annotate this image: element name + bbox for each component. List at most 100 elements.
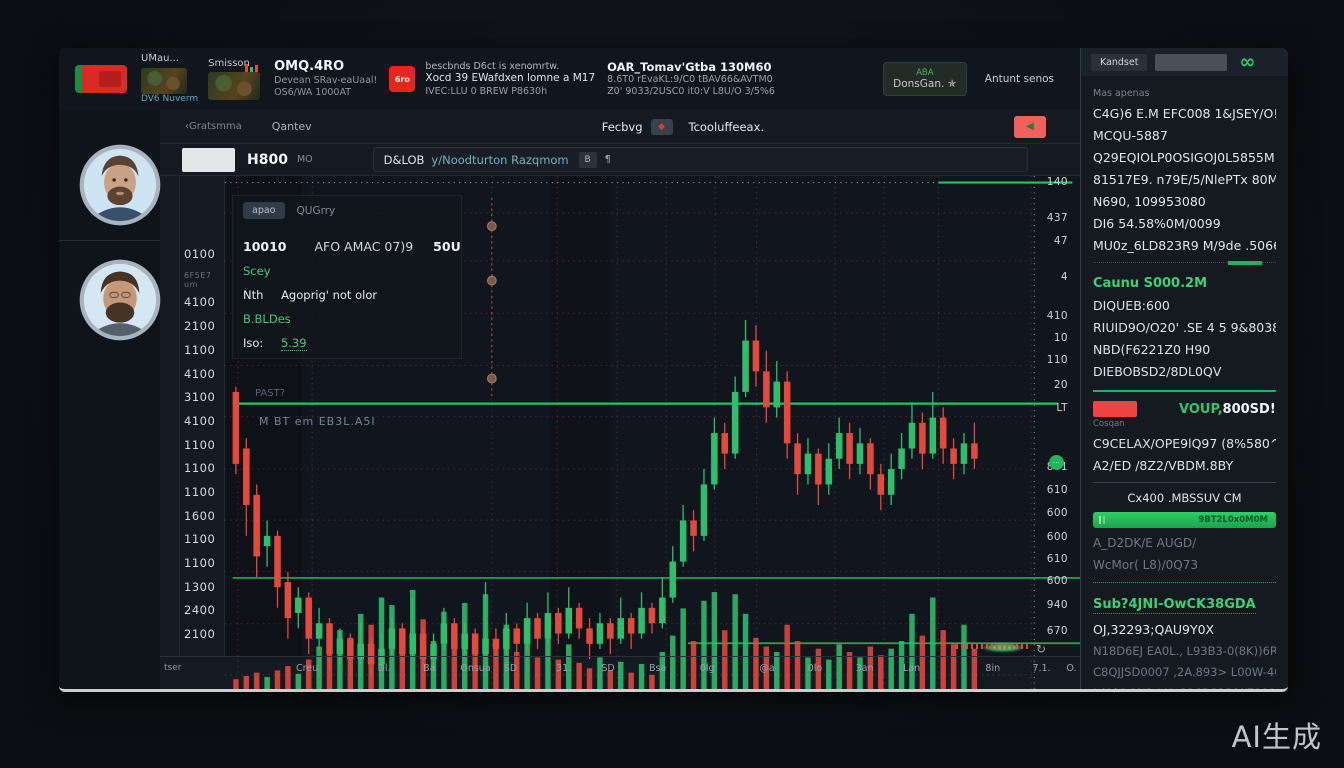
ticker-block[interactable]: OMQ.4RO Devean SRav-eaUaal! OS6/WA 1000A… [274,59,377,99]
candle-body [274,536,281,587]
top-bar: UMau... DV6 Nuverm Smisson OMQ.4RO Devea… [59,48,1080,110]
price-label-right: 600 [1047,531,1068,543]
price-label-right: 110 [1047,354,1068,366]
watchlist-item[interactable]: C4G)6 E.M EFC008 1&JSEY/O! [1093,106,1276,121]
news-block[interactable]: bescbnds D6ct is xenomrtw. Xocd 39 EWafd… [425,61,595,98]
tick-strip-marker [956,644,1028,649]
candle-body [784,382,791,444]
brand-logo[interactable] [75,65,127,93]
menu-quotes[interactable]: Qantev [272,120,312,133]
broker-badge[interactable]: 6ro [389,66,415,92]
position-red-swatch[interactable] [1093,401,1137,417]
price-label-left: 2100 [184,627,215,641]
search-box-icon[interactable]: B [579,152,597,168]
feed-icon[interactable]: ◆ [651,119,673,135]
candle-body [867,443,874,474]
legend-ohlc-mid: AFO AMAC 07)9 [315,239,414,254]
candle-body [451,623,458,649]
candle-body [524,618,531,644]
orders-gray-line: N18D6EJ EA0L., L93B3-0(8K))6RB3 [1093,644,1276,658]
candle-body [243,448,250,505]
candle-body [721,433,728,454]
price-label-left: 0100 [184,247,215,261]
avatar-analyst-2[interactable] [78,258,162,342]
candle-body [461,634,468,649]
time-label: Ba [423,663,435,674]
watchlist-item[interactable]: DI6 54.58%0M/0099 [1093,216,1276,231]
rail-divider [59,240,160,241]
account-line2: Z0' 9033/2USC0 it0:V L8U/O 3/5%6 [607,86,775,98]
main-chart-area: ‹Gratsmma Qantev Fecbvg ◆ Tcooluffeeax. … [160,110,1080,689]
tab-watchlist[interactable]: Kandset [1091,54,1147,71]
timeframe-sub: MO [297,154,313,165]
muted-line: WcMor( L8)/0Q73 [1093,558,1276,572]
candle-body [971,443,978,458]
candle-body [534,618,541,639]
candle-body [763,371,770,407]
candle-body [940,418,947,449]
chat-bubble-icon[interactable]: … [1049,455,1064,470]
separator-green-chip [1228,261,1262,265]
timeframe-label[interactable]: H800 [247,152,288,168]
price-label-right: 610 [1047,484,1068,496]
candle-body [233,392,240,464]
section-orders-title[interactable]: Sub?4JNI-OwCK38GDA [1093,597,1256,614]
avatar-2-image [78,258,162,342]
legend-pill-button[interactable]: apao [243,202,285,219]
candle-body [888,469,895,495]
position-row: VOUP,800SD! [1093,401,1276,417]
time-axis: tser CreuDl.BaOnsuaSD31.SDBsa0lg@a0lo3an… [160,656,1080,680]
symbol-swatch[interactable] [182,148,235,172]
orders-gray-left: LAL)6:9N3@X [1093,686,1172,689]
watchlist-item[interactable]: N690, 109953080 [1093,194,1276,209]
price-label-left: 3100 [184,390,215,404]
feed-label[interactable]: Fecbvg [602,120,643,134]
price-label-left: 1100 [184,343,215,357]
back-button[interactable]: ◀ [1014,116,1046,138]
watchlist-item[interactable]: 81517E9. n79E/5/NlePTx 80M9.07009 [1093,172,1276,187]
station-thumbnail[interactable] [141,68,187,94]
volume-bar [233,679,238,690]
candle-body [472,634,479,655]
back-arrow-icon: ◀ [1026,121,1034,132]
search-edit-icon[interactable]: ¶ [605,154,611,165]
breadcrumb[interactable]: ‹Gratsmma [185,121,242,132]
candle-body [586,628,593,643]
panel-search-input[interactable] [1155,54,1227,71]
time-label: 31. [556,663,571,674]
time-label: 7.1. [1032,663,1050,674]
candle-body [441,623,448,644]
balance-line: DIEBOBSD2/8DL0QV [1093,364,1276,379]
search-text: y/Noodturton Razqmom [431,153,568,167]
refresh-icon[interactable]: ↻ [1036,642,1046,656]
panel-body: Mas apenas C4G)6 E.M EFC008 1&JSEY/O! MC… [1081,76,1288,689]
candle-body [503,628,510,649]
legend-row-4b[interactable]: 5.39 [281,336,307,351]
balance-line: RIUID9O/O20' .SE 4 5 9&8038U2V [1093,320,1276,335]
balance-line: NBD(F6221Z0 H90 [1093,342,1276,357]
progress-gauge[interactable]: 9BT2L0x0M0M [1093,512,1276,528]
session-button-bottom: DonsGan. ✯ [893,78,956,91]
symbol-search-field[interactable]: D&LOB y/Noodturton Razqmom B ¶ [373,147,1028,172]
session-button-top: ABA [916,68,933,78]
infinity-icon[interactable]: ∞ [1239,53,1255,72]
candlestick-plot[interactable]: 1404374744101011020LT8016106006006106009… [225,176,1080,656]
position-line: A2/ED /8Z2/VBDM.8BY [1093,458,1276,473]
header-right-label: Antunt senos [985,73,1054,85]
price-label-right: 610 [1047,553,1068,565]
avatar-analyst-1[interactable] [78,143,162,227]
watchlist-item[interactable]: MCQU-5887 [1093,128,1276,143]
preview-thumbnail[interactable] [208,72,260,100]
watchlist-item[interactable]: MU0z_6LD823R9 M/9de .5066257 [1093,238,1276,253]
candle-body [898,448,905,469]
tools-label[interactable]: Tcooluffeeax. [689,120,765,134]
session-button[interactable]: ABA DonsGan. ✯ [883,62,967,96]
ticker-line2: OS6/WA 1000AT [274,87,377,99]
candle-body [399,628,406,654]
avatar-1-image [78,143,162,227]
position-title-value: 800SD! [1223,402,1276,417]
watchlist-item[interactable]: Q29EQIOLP0OSIGOJ0L5855M [1093,150,1276,165]
body-row: ‹Gratsmma Qantev Fecbvg ◆ Tcooluffeeax. … [59,110,1080,689]
watchlist-title: Mas apenas [1093,88,1276,99]
candle-body [805,454,812,475]
